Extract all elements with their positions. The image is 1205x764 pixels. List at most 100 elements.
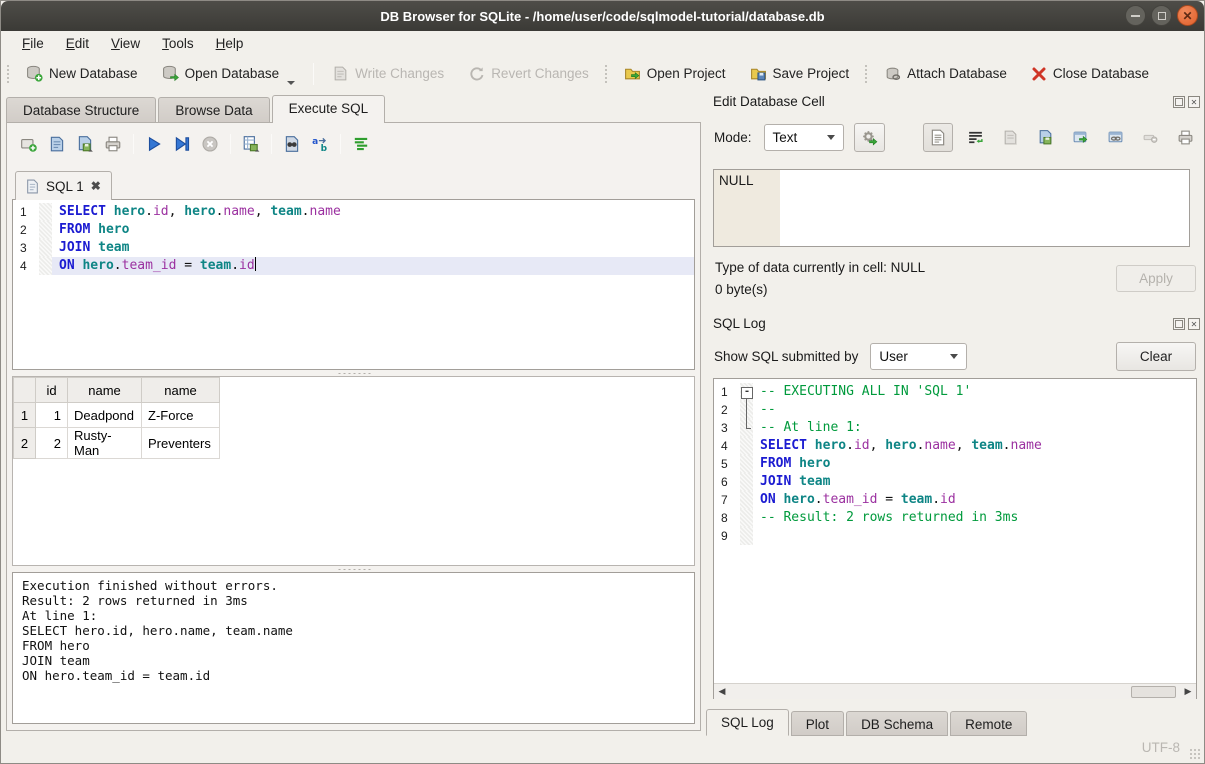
close-sql-tab-icon[interactable]: ✖ (91, 179, 101, 193)
column-header[interactable]: id (36, 378, 68, 403)
result-cell[interactable]: Rusty-Man (68, 428, 142, 459)
tab-db-schema[interactable]: DB Schema (846, 711, 948, 736)
close-panel-icon[interactable]: ✕ (1188, 96, 1200, 108)
scroll-right-icon[interactable]: ▶ (1180, 684, 1196, 700)
close-database-button[interactable]: Close Database (1019, 59, 1161, 89)
cell-value-editor[interactable]: NULL (713, 169, 1190, 247)
close-database-icon (1031, 66, 1047, 82)
attach-database-button[interactable]: Attach Database (872, 59, 1019, 89)
main-tabstrip: Database Structure Browse Data Execute S… (6, 95, 387, 123)
import-file-button[interactable] (997, 125, 1023, 151)
tab-sql-log[interactable]: SQL Log (706, 709, 789, 736)
save-sql-file-button[interactable] (73, 132, 97, 156)
save-results-icon (242, 135, 260, 153)
find-button[interactable] (280, 132, 304, 156)
menu-help[interactable]: Help (205, 33, 255, 54)
code-line: 8-- Result: 2 rows returned in 3ms (714, 509, 1196, 527)
code-line: 4ON hero.team_id = team.id (13, 257, 694, 275)
float-panel-icon[interactable] (1173, 318, 1185, 330)
result-cell[interactable]: Z-Force (142, 403, 220, 428)
open-sql-file-button[interactable] (45, 132, 69, 156)
sql-editor-tab[interactable]: SQL 1 ✖ (15, 171, 112, 200)
clear-log-button[interactable]: Clear (1116, 342, 1196, 371)
save-results-button[interactable] (239, 132, 263, 156)
row-header[interactable]: 2 (14, 428, 36, 459)
menu-tools[interactable]: Tools (151, 33, 205, 54)
print-cell-button[interactable] (1172, 125, 1198, 151)
sql-toolbar-separator (230, 134, 231, 154)
window-title: DB Browser for SQLite - /home/user/code/… (380, 9, 824, 24)
stop-button[interactable] (198, 132, 222, 156)
tab-remote[interactable]: Remote (950, 711, 1027, 736)
save-project-button[interactable]: Save Project (738, 59, 862, 89)
copy-link-button[interactable] (1102, 125, 1128, 151)
set-null-button[interactable] (1137, 125, 1163, 151)
close-button[interactable]: ✕ (1177, 5, 1198, 26)
word-wrap-button[interactable] (962, 125, 988, 151)
column-header[interactable]: name (142, 378, 220, 403)
resize-grip[interactable] (1189, 748, 1202, 761)
new-database-label: New Database (49, 66, 138, 81)
encoding-status: UTF-8 (1142, 740, 1180, 755)
code-line: 1-- EXECUTING ALL IN 'SQL 1' (714, 383, 1196, 401)
toolbar-grip[interactable] (6, 64, 11, 84)
execute-all-button[interactable] (142, 132, 166, 156)
find-replace-button[interactable]: ab (308, 132, 332, 156)
execute-line-button[interactable] (170, 132, 194, 156)
code-line: 2-- (714, 401, 1196, 419)
tab-browse-data[interactable]: Browse Data (158, 97, 269, 123)
result-cell[interactable]: Preventers (142, 428, 220, 459)
mode-select[interactable]: Text (764, 124, 844, 151)
menu-file[interactable]: File (11, 33, 55, 54)
tab-execute-sql[interactable]: Execute SQL (272, 95, 386, 123)
code-line: 9 (714, 527, 1196, 545)
titlebar[interactable]: DB Browser for SQLite - /home/user/code/… (1, 1, 1204, 31)
cell-size-info: 0 byte(s) (715, 282, 768, 297)
print-icon (104, 135, 122, 153)
result-cell[interactable]: 1 (36, 403, 68, 428)
open-database-dropdown-icon[interactable] (287, 81, 295, 85)
close-panel-icon[interactable]: ✕ (1188, 318, 1200, 330)
sql-log-view[interactable]: 1-- EXECUTING ALL IN 'SQL 1'2--3-- At li… (713, 378, 1197, 699)
open-project-button[interactable]: Open Project (612, 59, 738, 89)
minimize-button[interactable] (1125, 5, 1146, 26)
column-header[interactable]: name (68, 378, 142, 403)
svg-text:b: b (321, 144, 328, 153)
result-cell[interactable]: Deadpond (68, 403, 142, 428)
scroll-left-icon[interactable]: ◀ (714, 684, 730, 700)
log-horizontal-scrollbar[interactable]: ◀ ▶ (714, 683, 1196, 699)
scrollbar-thumb[interactable] (1131, 686, 1176, 698)
revert-changes-button[interactable]: Revert Changes (456, 59, 601, 89)
open-project-icon (624, 65, 641, 82)
apply-button[interactable]: Apply (1116, 265, 1196, 292)
table-corner[interactable] (14, 378, 36, 403)
menu-edit[interactable]: Edit (55, 33, 100, 54)
maximize-button[interactable] (1151, 5, 1172, 26)
result-cell[interactable]: 2 (36, 428, 68, 459)
toolbar-grip[interactable] (604, 64, 609, 84)
text-mode-button[interactable] (923, 123, 953, 152)
tab-database-structure[interactable]: Database Structure (6, 97, 156, 123)
sql-editor[interactable]: 1SELECT hero.id, hero.name, team.name2FR… (12, 199, 695, 370)
open-database-button[interactable]: Open Database (150, 59, 308, 89)
auto-switch-mode-button[interactable] (854, 123, 885, 152)
open-project-label: Open Project (647, 66, 726, 81)
menubar: File Edit View Tools Help (1, 31, 1204, 55)
open-external-button[interactable] (1067, 125, 1093, 151)
format-sql-button[interactable] (349, 132, 373, 156)
new-sql-tab-button[interactable] (17, 132, 41, 156)
toolbar-grip[interactable] (864, 64, 869, 84)
execute-line-icon (173, 135, 191, 153)
write-changes-button[interactable]: Write Changes (320, 59, 456, 89)
row-header[interactable]: 1 (14, 403, 36, 428)
new-database-button[interactable]: New Database (14, 59, 150, 89)
tab-plot[interactable]: Plot (791, 711, 844, 736)
float-panel-icon[interactable] (1173, 96, 1185, 108)
toolbar-separator (313, 63, 314, 85)
save-as-button[interactable] (1032, 125, 1058, 151)
print-sql-button[interactable] (101, 132, 125, 156)
sql-toolbar: ab (17, 131, 373, 157)
menu-view[interactable]: View (100, 33, 151, 54)
execution-status-log[interactable]: Execution finished without errors. Resul… (12, 572, 695, 724)
log-filter-select[interactable]: User (870, 343, 967, 370)
